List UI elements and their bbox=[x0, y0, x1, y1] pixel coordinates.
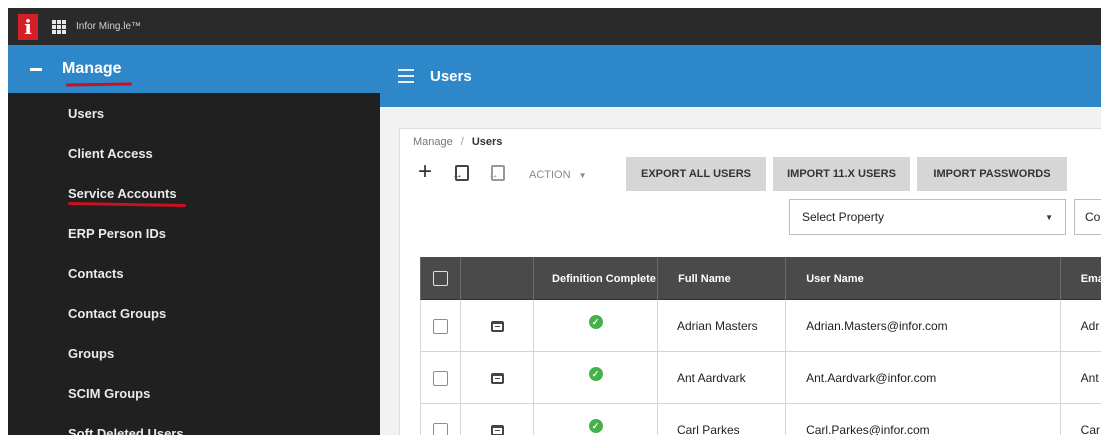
table-header: Definition Complete Full Name User Name … bbox=[420, 257, 1101, 300]
action-label: ACTION bbox=[529, 169, 571, 181]
sidebar-item-label: ERP Person IDs bbox=[68, 225, 167, 241]
sidebar-header-manage[interactable]: Manage bbox=[8, 45, 380, 93]
checkbox-icon[interactable] bbox=[433, 271, 449, 286]
sidebar-item-scim-groups[interactable]: SCIM Groups bbox=[8, 373, 380, 413]
export-all-users-button[interactable]: EXPORT ALL USERS bbox=[626, 157, 766, 191]
sidebar-item-contacts[interactable]: Contacts bbox=[8, 253, 380, 293]
annotation-underline-service-accounts bbox=[67, 201, 187, 208]
table-row[interactable]: ✓ Adrian Masters Adrian.Masters@infor.co… bbox=[420, 300, 1101, 352]
user-name-cell: Carl.Parkes@infor.com bbox=[786, 404, 1061, 435]
users-table: Definition Complete Full Name User Name … bbox=[420, 257, 1101, 435]
checkbox-icon[interactable] bbox=[433, 422, 449, 435]
row-action-cell bbox=[461, 404, 535, 435]
export-icon[interactable] bbox=[488, 165, 505, 185]
property-select-value: Select Property bbox=[802, 210, 885, 224]
definition-complete-cell: ✓ bbox=[534, 352, 658, 404]
app-title: Infor Ming.le™ bbox=[76, 21, 142, 32]
row-action-cell bbox=[461, 300, 535, 352]
caret-down-icon: ▼ bbox=[578, 171, 587, 180]
user-name-cell: Ant.Aardvark@infor.com bbox=[786, 352, 1061, 404]
page-title: Users bbox=[430, 67, 472, 85]
breadcrumb-current: Users bbox=[471, 136, 503, 148]
sidebar-item-erp-person-ids[interactable]: ERP Person IDs bbox=[8, 213, 380, 253]
sidebar-item-label: Service Accounts bbox=[68, 185, 177, 201]
check-circle-icon: ✓ bbox=[588, 367, 603, 381]
breadcrumb: Manage / Users bbox=[413, 136, 502, 148]
sidebar-item-groups[interactable]: Groups bbox=[8, 333, 380, 373]
property-select[interactable]: Select Property ▼ bbox=[789, 199, 1066, 235]
sidebar-item-service-accounts[interactable]: Service Accounts bbox=[8, 173, 380, 213]
sidebar-item-users[interactable]: Users bbox=[8, 93, 380, 133]
import-11x-users-button[interactable]: IMPORT 11.X USERS bbox=[773, 157, 910, 191]
header-email[interactable]: Ema bbox=[1061, 257, 1101, 300]
sidebar-item-label: SCIM Groups bbox=[68, 385, 151, 401]
sidebar-item-label: Contact Groups bbox=[68, 305, 167, 321]
email-cell: Car bbox=[1061, 404, 1101, 435]
sidebar-item-client-access[interactable]: Client Access bbox=[8, 133, 380, 173]
user-card-icon[interactable] bbox=[490, 320, 504, 332]
sidebar-item-label: Groups bbox=[68, 345, 115, 361]
header-user-name[interactable]: User Name bbox=[786, 257, 1061, 300]
row-select-cell bbox=[420, 352, 462, 404]
row-select-cell bbox=[420, 300, 462, 352]
check-circle-icon: ✓ bbox=[588, 315, 603, 329]
action-menu[interactable]: ACTION ▼ bbox=[529, 169, 586, 181]
sidebar: Manage Users Client Access Service Accou… bbox=[8, 45, 380, 435]
users-panel: Manage/Users + ACTION▼ EXPORT ALL USERS … bbox=[399, 128, 1101, 435]
condition-select-value: Co bbox=[1085, 210, 1101, 224]
checkbox-icon[interactable] bbox=[433, 370, 449, 386]
user-name-cell: Adrian.Masters@infor.com bbox=[786, 300, 1061, 352]
checkbox-icon[interactable] bbox=[433, 318, 449, 334]
sidebar-item-label: Soft Deleted Users bbox=[68, 425, 184, 435]
header-definition-complete[interactable]: Definition Complete bbox=[534, 257, 659, 300]
full-name-cell: Carl Parkes bbox=[658, 404, 787, 435]
definition-complete-cell: ✓ bbox=[534, 300, 658, 352]
user-card-icon[interactable] bbox=[490, 424, 504, 435]
table-row[interactable]: ✓ Ant Aardvark Ant.Aardvark@infor.com An… bbox=[420, 352, 1101, 404]
header-select-all[interactable] bbox=[420, 257, 462, 300]
app-grid-icon[interactable] bbox=[52, 19, 66, 34]
app-frame: i Infor Ming.le™ Manage Users Client Acc… bbox=[8, 8, 1101, 435]
breadcrumb-root[interactable]: Manage bbox=[413, 136, 453, 148]
sidebar-item-contact-groups[interactable]: Contact Groups bbox=[8, 293, 380, 333]
email-cell: Adr bbox=[1061, 300, 1101, 352]
sidebar-header-label: Manage bbox=[62, 60, 122, 77]
annotation-underline-manage bbox=[65, 82, 133, 87]
plus-icon[interactable]: + bbox=[418, 160, 432, 184]
header-icon-column bbox=[461, 257, 535, 300]
full-name-cell: Adrian Masters bbox=[658, 300, 787, 352]
import-passwords-button[interactable]: IMPORT PASSWORDS bbox=[917, 157, 1067, 191]
main-header: Users bbox=[380, 45, 1101, 107]
sidebar-item-label: Contacts bbox=[68, 265, 124, 281]
row-select-cell bbox=[420, 404, 462, 435]
sidebar-item-label: Client Access bbox=[68, 145, 153, 161]
definition-complete-cell: ✓ bbox=[534, 404, 658, 435]
header-full-name[interactable]: Full Name bbox=[658, 257, 787, 300]
collapse-icon[interactable] bbox=[30, 67, 42, 71]
top-bar: i Infor Ming.le™ bbox=[8, 8, 1101, 45]
table-row[interactable]: ✓ Carl Parkes Carl.Parkes@infor.com Car bbox=[420, 404, 1101, 435]
breadcrumb-separator: / bbox=[460, 136, 464, 148]
caret-down-icon: ▼ bbox=[1045, 213, 1053, 222]
full-name-cell: Ant Aardvark bbox=[658, 352, 787, 404]
hamburger-icon[interactable] bbox=[398, 69, 414, 83]
email-cell: Ant bbox=[1061, 352, 1101, 404]
user-card-icon[interactable] bbox=[490, 372, 504, 384]
infor-logo[interactable]: i bbox=[18, 13, 38, 40]
row-action-cell bbox=[461, 352, 535, 404]
check-circle-icon: ✓ bbox=[588, 419, 603, 433]
import-icon[interactable] bbox=[452, 165, 469, 185]
condition-select[interactable]: Co bbox=[1074, 199, 1101, 235]
sidebar-item-soft-deleted-users[interactable]: Soft Deleted Users bbox=[8, 413, 380, 435]
sidebar-item-label: Users bbox=[68, 105, 105, 121]
